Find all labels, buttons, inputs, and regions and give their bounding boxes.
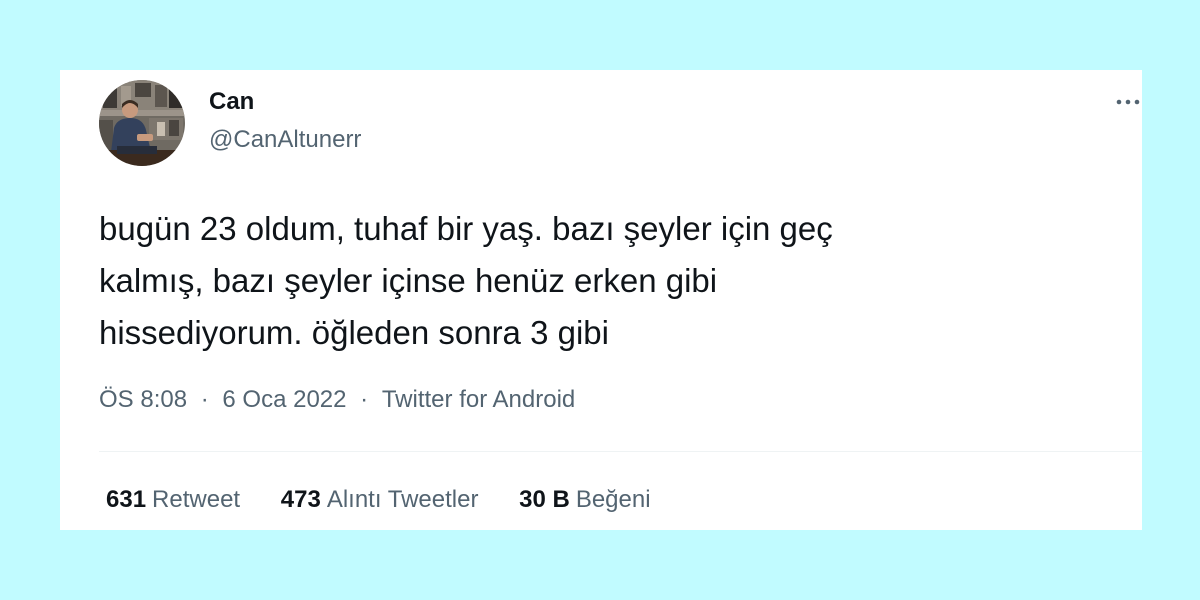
divider [99,451,1142,452]
meta-separator: · [360,386,369,413]
tweet-stats: 631 Retweet 473 Alıntı Tweetler 30 B Beğeni [106,486,685,514]
tweet-card: Can @CanAltunerr bugün 23 oldum, tuhaf b… [60,70,1142,530]
retweet-count-link[interactable]: 631 Retweet [106,486,240,514]
tweet-text: bugün 23 oldum, tuhaf bir yaş. bazı şeyl… [99,203,1089,359]
tweet-text-line: bugün 23 oldum, tuhaf bir yaş. bazı şeyl… [99,210,833,247]
more-horizontal-icon [1116,99,1140,105]
avatar-image [99,80,185,166]
likes-count-link[interactable]: 30 B Beğeni [519,486,650,514]
stat-label: Alıntı Tweetler [326,486,479,513]
stat-label: Beğeni [575,486,651,513]
stat-label: Retweet [152,486,241,513]
stat-count: 631 [106,486,147,513]
meta-separator: · [200,386,209,413]
author-handle[interactable]: @CanAltunerr [209,126,361,154]
tweet-text-line: hissediyorum. öğleden sonra 3 gibi [99,314,609,351]
tweet-source[interactable]: Twitter for Android [382,386,575,414]
more-options-button[interactable] [1114,84,1142,112]
tweet-time[interactable]: ÖS 8:08 [99,386,187,414]
tweet-text-line: kalmış, bazı şeyler içinse henüz erken g… [99,262,718,299]
stat-count: 30 B [519,486,570,513]
author-display-name[interactable]: Can [209,88,254,116]
tweet-meta: ÖS 8:08 · 6 Oca 2022 · Twitter for Andro… [99,386,575,414]
quote-tweets-count-link[interactable]: 473 Alıntı Tweetler [281,486,479,514]
stat-count: 473 [280,486,321,513]
avatar[interactable] [99,80,185,166]
tweet-date[interactable]: 6 Oca 2022 [222,386,346,414]
